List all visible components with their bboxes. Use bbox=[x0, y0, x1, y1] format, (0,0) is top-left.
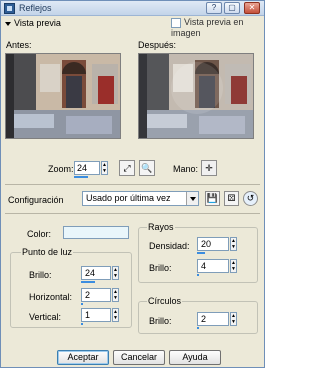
color-label: Color: bbox=[27, 229, 52, 239]
cancel-button[interactable]: Cancelar bbox=[113, 350, 165, 365]
zoom-input[interactable]: 24 bbox=[74, 161, 100, 175]
zoom-spinner[interactable]: ▲ ▼ bbox=[101, 161, 108, 175]
preview-toggle[interactable]: Vista previa bbox=[5, 18, 61, 28]
before-label: Antes: bbox=[6, 40, 32, 50]
app-icon bbox=[4, 3, 15, 14]
maximize-button[interactable]: ▢ bbox=[224, 2, 240, 14]
title-bar[interactable]: Reflejos ? ▢ ✕ bbox=[1, 1, 264, 16]
zoom-label: Zoom: bbox=[48, 164, 74, 174]
light-point-title: Punto de luz bbox=[21, 247, 74, 257]
densidad-bar[interactable] bbox=[197, 252, 205, 254]
divider bbox=[5, 184, 260, 185]
preview-header-label: Vista previa bbox=[14, 18, 61, 28]
randomize-icon[interactable]: ⚄ bbox=[224, 191, 239, 206]
checkbox-box[interactable] bbox=[171, 17, 181, 28]
circles-brillo-label: Brillo: bbox=[149, 316, 172, 326]
config-selected-value: Usado por última vez bbox=[86, 193, 171, 203]
rays-brillo-bar[interactable] bbox=[197, 274, 199, 276]
reflejos-dialog: Reflejos ? ▢ ✕ Vista previa Vista previa… bbox=[0, 0, 265, 368]
vertical-label: Vertical: bbox=[29, 312, 62, 322]
help-button[interactable]: Ayuda bbox=[169, 350, 221, 365]
horizontal-bar[interactable] bbox=[81, 303, 83, 305]
before-preview-image[interactable] bbox=[5, 53, 121, 139]
vertical-bar[interactable] bbox=[81, 323, 83, 325]
densidad-input[interactable]: 20 bbox=[197, 237, 229, 251]
rays-brillo-input[interactable]: 4 bbox=[197, 259, 229, 273]
vertical-spinner[interactable]: ▲ ▼ bbox=[112, 308, 119, 322]
rays-brillo-label: Brillo: bbox=[149, 263, 172, 273]
light-brillo-label: Brillo: bbox=[29, 270, 52, 280]
light-brillo-spinner[interactable]: ▲ ▼ bbox=[112, 266, 119, 280]
preview-in-image-label: Vista previa en imagen bbox=[171, 17, 244, 38]
light-brillo-input[interactable]: 24 bbox=[81, 266, 111, 280]
pan-hand-icon[interactable]: ✛ bbox=[201, 160, 217, 176]
circles-brillo-spinner[interactable]: ▲ ▼ bbox=[230, 312, 237, 326]
window-title: Reflejos bbox=[19, 3, 52, 13]
color-swatch[interactable] bbox=[63, 226, 129, 239]
accept-button[interactable]: Aceptar bbox=[57, 350, 109, 365]
divider bbox=[5, 213, 260, 214]
config-dropdown[interactable]: Usado por última vez bbox=[82, 191, 199, 206]
light-brillo-bar[interactable] bbox=[81, 281, 95, 283]
reset-icon[interactable]: ↺ bbox=[243, 191, 258, 206]
pan-label: Mano: bbox=[173, 164, 199, 174]
close-button[interactable]: ✕ bbox=[244, 2, 260, 14]
collapse-triangle-icon bbox=[5, 21, 11, 26]
after-preview-image[interactable] bbox=[138, 53, 254, 139]
vertical-input[interactable]: 1 bbox=[81, 308, 111, 322]
save-preset-icon[interactable]: 💾 bbox=[205, 191, 220, 206]
rays-title: Rayos bbox=[147, 222, 175, 232]
preview-in-image-checkbox[interactable]: Vista previa en imagen bbox=[171, 17, 264, 38]
densidad-spinner[interactable]: ▲ ▼ bbox=[230, 237, 237, 251]
horizontal-input[interactable]: 2 bbox=[81, 288, 111, 302]
densidad-label: Densidad: bbox=[149, 241, 190, 251]
help-title-button[interactable]: ? bbox=[206, 2, 222, 14]
config-label: Configuración bbox=[8, 195, 64, 205]
horizontal-spinner[interactable]: ▲ ▼ bbox=[112, 288, 119, 302]
zoom-slider-bar[interactable] bbox=[74, 176, 88, 178]
chevron-down-icon[interactable] bbox=[186, 192, 198, 205]
circles-brillo-bar[interactable] bbox=[197, 327, 199, 329]
circles-title: Círculos bbox=[147, 296, 183, 306]
horizontal-label: Horizontal: bbox=[29, 292, 73, 302]
after-label: Después: bbox=[138, 40, 177, 50]
circles-brillo-input[interactable]: 2 bbox=[197, 312, 229, 326]
fit-window-icon[interactable]: ⤢ bbox=[119, 160, 135, 176]
zoom-magnifier-icon[interactable]: 🔍 bbox=[139, 160, 155, 176]
rays-brillo-spinner[interactable]: ▲ ▼ bbox=[230, 259, 237, 273]
